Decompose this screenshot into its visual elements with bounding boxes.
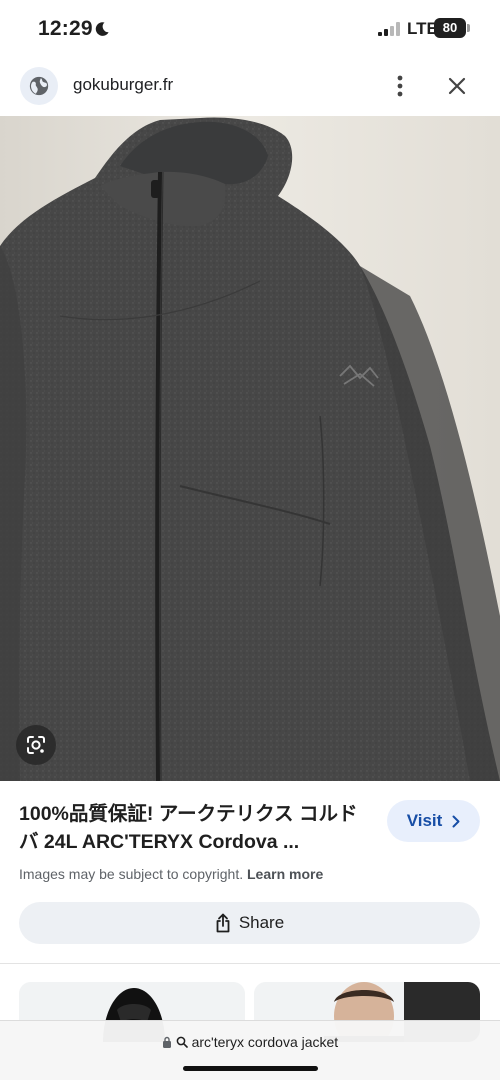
visit-label: Visit <box>406 811 443 830</box>
moon-icon <box>95 22 109 36</box>
jacket-photo <box>0 116 500 781</box>
chevron-right-icon <box>452 815 460 827</box>
search-icon <box>176 1036 188 1048</box>
url-bar[interactable]: arc'teryx cordova jacket <box>0 1020 500 1080</box>
site-favicon[interactable] <box>20 67 58 105</box>
image-viewer-page: 12:29 LTE 80 gokuburger.fr 100%品質保証! アーク… <box>0 0 500 1080</box>
site-header: gokuburger.fr <box>0 58 500 116</box>
site-domain[interactable]: gokuburger.fr <box>73 75 173 95</box>
status-bar: 12:29 LTE 80 <box>0 0 500 58</box>
close-icon <box>448 77 466 95</box>
result-title[interactable]: 100%品質保証! アークテリクス コルドバ 24L ARC'TERYX Cor… <box>19 800 369 856</box>
url-display[interactable]: arc'teryx cordova jacket <box>0 1034 500 1050</box>
lens-icon <box>27 736 45 754</box>
share-icon <box>216 913 230 933</box>
more-options-button[interactable] <box>386 70 414 102</box>
status-time: 12:29 <box>38 17 93 40</box>
copyright-notice: Images may be subject to copyright. Lear… <box>19 866 323 882</box>
battery-level: 80 <box>434 18 466 38</box>
battery-tip <box>467 24 470 32</box>
share-label: Share <box>238 913 285 932</box>
section-divider <box>0 963 500 964</box>
learn-more-link[interactable]: Learn more <box>247 866 323 882</box>
lock-icon <box>162 1036 171 1048</box>
result-image[interactable] <box>0 116 500 781</box>
search-query: arc'teryx cordova jacket <box>191 1034 339 1050</box>
home-indicator[interactable] <box>183 1066 318 1071</box>
globe-icon <box>29 76 49 96</box>
visit-button[interactable]: Visit <box>387 800 480 842</box>
signal-icon <box>378 22 400 36</box>
more-vert-icon <box>397 75 403 97</box>
lens-search-button[interactable] <box>16 725 56 765</box>
close-button[interactable] <box>442 70 472 102</box>
copyright-text: Images may be subject to copyright. <box>19 866 244 882</box>
share-button[interactable]: Share <box>19 902 480 944</box>
